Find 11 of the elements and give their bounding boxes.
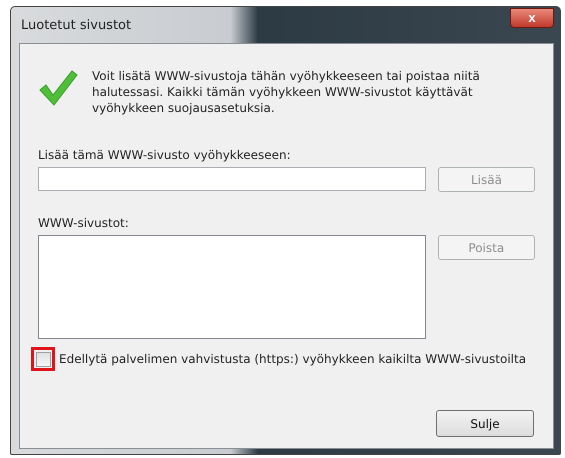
window-title: Luotetut sivustot xyxy=(20,18,132,32)
list-label: WWW-sivustot: xyxy=(38,216,130,230)
close-button[interactable]: x xyxy=(510,8,554,28)
info-text: Voit lisätä WWW-sivustoja tähän vyöhykkeeseen tai poistaa niitä halutessasi. Kaikki tämän vyöhykkeen WWW-sivustot käyttävät vyöhykkeen suojausasetuksia. xyxy=(92,68,481,116)
checkmark-icon xyxy=(38,68,78,108)
checkbox-label: Edellytä palvelimen vahvistusta (https:) vyöhykkeen kaikilta WWW-sivustoilta xyxy=(59,352,526,366)
site-input-field[interactable] xyxy=(38,167,426,191)
sites-listbox[interactable] xyxy=(38,235,426,339)
checkbox[interactable] xyxy=(36,352,50,366)
field-label: Lisää tämä WWW-sivusto vyöhykkeeseen: xyxy=(38,148,292,162)
close-dialog-button[interactable]: Sulje xyxy=(436,410,534,437)
